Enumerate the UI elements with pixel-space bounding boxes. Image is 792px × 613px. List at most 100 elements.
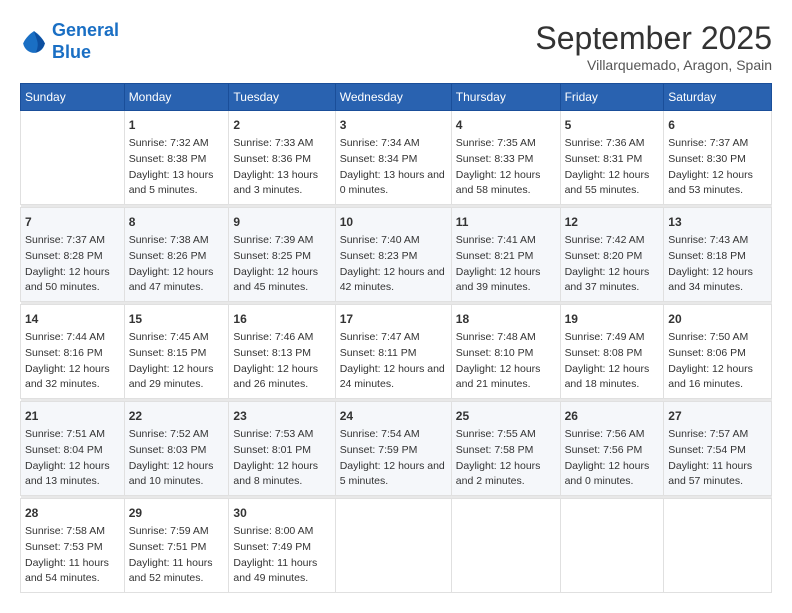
week-row-2: 7 Sunrise: 7:37 AMSunset: 8:28 PMDaylight… bbox=[21, 208, 772, 302]
calendar-cell bbox=[560, 499, 664, 593]
day-number: 3 bbox=[340, 116, 447, 134]
day-info: Sunrise: 7:45 AMSunset: 8:15 PMDaylight:… bbox=[129, 330, 225, 393]
day-info: Sunrise: 7:37 AMSunset: 8:30 PMDaylight:… bbox=[668, 136, 767, 199]
day-info: Sunrise: 7:57 AMSunset: 7:54 PMDaylight:… bbox=[668, 427, 767, 490]
day-number: 28 bbox=[25, 504, 120, 522]
col-header-thursday: Thursday bbox=[451, 84, 560, 111]
calendar-cell: 8 Sunrise: 7:38 AMSunset: 8:26 PMDaylight… bbox=[124, 208, 229, 302]
day-number: 10 bbox=[340, 213, 447, 231]
logo-icon bbox=[20, 28, 48, 56]
day-number: 9 bbox=[233, 213, 330, 231]
day-info: Sunrise: 7:55 AMSunset: 7:58 PMDaylight:… bbox=[456, 427, 556, 490]
calendar-cell: 5Sunrise: 7:36 AMSunset: 8:31 PMDaylight… bbox=[560, 111, 664, 205]
day-number: 19 bbox=[565, 310, 660, 328]
day-number: 11 bbox=[456, 213, 556, 231]
day-number: 14 bbox=[25, 310, 120, 328]
day-number: 22 bbox=[129, 407, 225, 425]
col-header-tuesday: Tuesday bbox=[229, 84, 335, 111]
day-number: 5 bbox=[565, 116, 660, 134]
day-info: Sunrise: 7:40 AMSunset: 8:23 PMDaylight:… bbox=[340, 233, 447, 296]
week-row-4: 21 Sunrise: 7:51 AMSunset: 8:04 PMDayligh… bbox=[21, 402, 772, 496]
calendar-cell: 16 Sunrise: 7:46 AMSunset: 8:13 PMDayligh… bbox=[229, 305, 335, 399]
calendar-cell: 27 Sunrise: 7:57 AMSunset: 7:54 PMDayligh… bbox=[664, 402, 772, 496]
calendar-cell: 7 Sunrise: 7:37 AMSunset: 8:28 PMDaylight… bbox=[21, 208, 125, 302]
day-number: 20 bbox=[668, 310, 767, 328]
calendar-cell: 14 Sunrise: 7:44 AMSunset: 8:16 PMDayligh… bbox=[21, 305, 125, 399]
day-info: Sunrise: 7:32 AMSunset: 8:38 PMDaylight:… bbox=[129, 136, 225, 199]
day-info: Sunrise: 7:42 AMSunset: 8:20 PMDaylight:… bbox=[565, 233, 660, 296]
day-info: Sunrise: 7:49 AMSunset: 8:08 PMDaylight:… bbox=[565, 330, 660, 393]
day-number: 26 bbox=[565, 407, 660, 425]
day-info: Sunrise: 7:47 AMSunset: 8:11 PMDaylight:… bbox=[340, 330, 447, 393]
day-number: 21 bbox=[25, 407, 120, 425]
day-number: 7 bbox=[25, 213, 120, 231]
day-info: Sunrise: 7:34 AMSunset: 8:34 PMDaylight:… bbox=[340, 136, 447, 199]
day-number: 25 bbox=[456, 407, 556, 425]
day-info: Sunrise: 7:38 AMSunset: 8:26 PMDaylight:… bbox=[129, 233, 225, 296]
calendar-cell: 17 Sunrise: 7:47 AMSunset: 8:11 PMDayligh… bbox=[335, 305, 451, 399]
calendar-cell: 21 Sunrise: 7:51 AMSunset: 8:04 PMDayligh… bbox=[21, 402, 125, 496]
calendar-cell: 9Sunrise: 7:39 AMSunset: 8:25 PMDaylight… bbox=[229, 208, 335, 302]
week-row-3: 14 Sunrise: 7:44 AMSunset: 8:16 PMDayligh… bbox=[21, 305, 772, 399]
calendar-cell: 26Sunrise: 7:56 AMSunset: 7:56 PMDayligh… bbox=[560, 402, 664, 496]
day-number: 2 bbox=[233, 116, 330, 134]
logo-general: General bbox=[52, 20, 119, 40]
logo-text-block: General Blue bbox=[52, 20, 119, 63]
calendar-cell: 2 Sunrise: 7:33 AMSunset: 8:36 PMDaylight… bbox=[229, 111, 335, 205]
day-info: Sunrise: 7:59 AMSunset: 7:51 PMDaylight:… bbox=[129, 524, 225, 587]
day-number: 29 bbox=[129, 504, 225, 522]
day-number: 30 bbox=[233, 504, 330, 522]
day-info: Sunrise: 7:37 AMSunset: 8:28 PMDaylight:… bbox=[25, 233, 120, 296]
logo: General Blue bbox=[20, 20, 119, 63]
calendar-cell: 10 Sunrise: 7:40 AMSunset: 8:23 PMDayligh… bbox=[335, 208, 451, 302]
location: Villarquemado, Aragon, Spain bbox=[535, 57, 772, 73]
logo-blue: Blue bbox=[52, 42, 91, 62]
day-number: 16 bbox=[233, 310, 330, 328]
calendar-cell: 29 Sunrise: 7:59 AMSunset: 7:51 PMDayligh… bbox=[124, 499, 229, 593]
day-number: 23 bbox=[233, 407, 330, 425]
calendar-cell: 11 Sunrise: 7:41 AMSunset: 8:21 PMDayligh… bbox=[451, 208, 560, 302]
day-info: Sunrise: 7:58 AMSunset: 7:53 PMDaylight:… bbox=[25, 524, 120, 587]
day-info: Sunrise: 7:35 AMSunset: 8:33 PMDaylight:… bbox=[456, 136, 556, 199]
calendar-cell: 1 Sunrise: 7:32 AMSunset: 8:38 PMDaylight… bbox=[124, 111, 229, 205]
week-row-1: 1 Sunrise: 7:32 AMSunset: 8:38 PMDaylight… bbox=[21, 111, 772, 205]
calendar-cell bbox=[21, 111, 125, 205]
day-info: Sunrise: 7:52 AMSunset: 8:03 PMDaylight:… bbox=[129, 427, 225, 490]
day-number: 8 bbox=[129, 213, 225, 231]
day-number: 1 bbox=[129, 116, 225, 134]
day-info: Sunrise: 7:48 AMSunset: 8:10 PMDaylight:… bbox=[456, 330, 556, 393]
calendar-cell: 4Sunrise: 7:35 AMSunset: 8:33 PMDaylight… bbox=[451, 111, 560, 205]
day-info: Sunrise: 8:00 AMSunset: 7:49 PMDaylight:… bbox=[233, 524, 330, 587]
day-info: Sunrise: 7:51 AMSunset: 8:04 PMDaylight:… bbox=[25, 427, 120, 490]
day-number: 12 bbox=[565, 213, 660, 231]
calendar-cell: 24Sunrise: 7:54 AMSunset: 7:59 PMDayligh… bbox=[335, 402, 451, 496]
calendar-cell bbox=[335, 499, 451, 593]
day-info: Sunrise: 7:46 AMSunset: 8:13 PMDaylight:… bbox=[233, 330, 330, 393]
day-info: Sunrise: 7:41 AMSunset: 8:21 PMDaylight:… bbox=[456, 233, 556, 296]
col-header-wednesday: Wednesday bbox=[335, 84, 451, 111]
col-header-saturday: Saturday bbox=[664, 84, 772, 111]
day-number: 6 bbox=[668, 116, 767, 134]
calendar-header-row: SundayMondayTuesdayWednesdayThursdayFrid… bbox=[21, 84, 772, 111]
day-number: 18 bbox=[456, 310, 556, 328]
calendar-cell: 13Sunrise: 7:43 AMSunset: 8:18 PMDayligh… bbox=[664, 208, 772, 302]
calendar-cell bbox=[664, 499, 772, 593]
calendar-cell: 12 Sunrise: 7:42 AMSunset: 8:20 PMDayligh… bbox=[560, 208, 664, 302]
calendar-cell: 28 Sunrise: 7:58 AMSunset: 7:53 PMDayligh… bbox=[21, 499, 125, 593]
col-header-sunday: Sunday bbox=[21, 84, 125, 111]
col-header-monday: Monday bbox=[124, 84, 229, 111]
title-block: September 2025 Villarquemado, Aragon, Sp… bbox=[535, 20, 772, 73]
calendar-cell bbox=[451, 499, 560, 593]
week-row-5: 28 Sunrise: 7:58 AMSunset: 7:53 PMDayligh… bbox=[21, 499, 772, 593]
day-number: 27 bbox=[668, 407, 767, 425]
calendar-cell: 22 Sunrise: 7:52 AMSunset: 8:03 PMDayligh… bbox=[124, 402, 229, 496]
calendar-cell: 19 Sunrise: 7:49 AMSunset: 8:08 PMDayligh… bbox=[560, 305, 664, 399]
day-info: Sunrise: 7:44 AMSunset: 8:16 PMDaylight:… bbox=[25, 330, 120, 393]
day-number: 17 bbox=[340, 310, 447, 328]
day-info: Sunrise: 7:43 AMSunset: 8:18 PMDaylight:… bbox=[668, 233, 767, 296]
day-info: Sunrise: 7:54 AMSunset: 7:59 PMDaylight:… bbox=[340, 427, 447, 490]
calendar-cell: 23Sunrise: 7:53 AMSunset: 8:01 PMDayligh… bbox=[229, 402, 335, 496]
calendar-cell: 25 Sunrise: 7:55 AMSunset: 7:58 PMDayligh… bbox=[451, 402, 560, 496]
day-info: Sunrise: 7:33 AMSunset: 8:36 PMDaylight:… bbox=[233, 136, 330, 199]
calendar-cell: 3 Sunrise: 7:34 AMSunset: 8:34 PMDaylight… bbox=[335, 111, 451, 205]
